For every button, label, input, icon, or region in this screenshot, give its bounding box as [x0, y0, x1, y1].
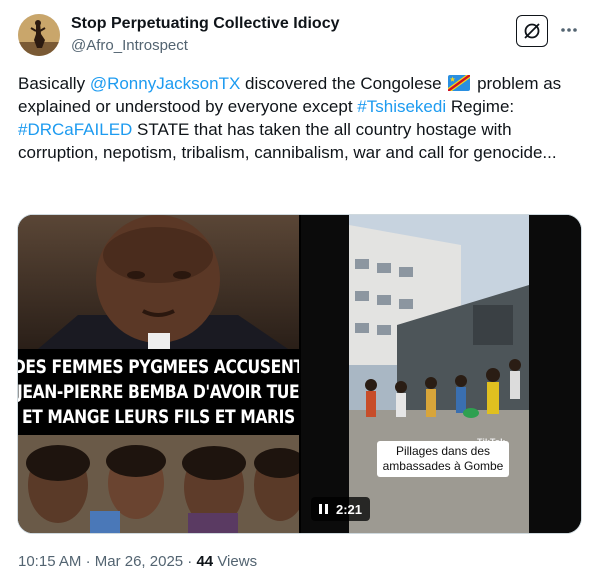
author-handle[interactable]: @Afro_Introspect: [71, 36, 188, 56]
mention-link[interactable]: @RonnyJacksonTX: [90, 74, 241, 93]
hashtag-link[interactable]: #DRCaFAILED: [18, 120, 132, 139]
video-duration: 2:21: [336, 501, 363, 517]
tweet-meta: 10:15 AM · Mar 26, 2025 · 44 Views: [18, 552, 257, 572]
more-icon: [561, 28, 577, 32]
media-grid: DES FEMMES PYGMEES ACCUSENT JEAN-PIERRE …: [17, 214, 582, 534]
tweet-text: Basically @RonnyJacksonTX discovered the…: [18, 72, 580, 164]
headline-line: ET MANGE LEURS FILS ET MARIS: [22, 405, 295, 428]
media-video-right[interactable]: TikTok Pillages dans des ambassades à Go…: [301, 215, 581, 533]
pause-icon: [319, 504, 328, 514]
views-label: Views: [217, 553, 258, 570]
tweet-time[interactable]: 10:15 AM: [18, 553, 81, 570]
meta-separator: ·: [85, 553, 95, 570]
hashtag-link[interactable]: #Tshisekedi: [357, 97, 446, 116]
video-duration-badge[interactable]: 2:21: [311, 497, 371, 521]
tweet-text-part: Regime:: [446, 97, 515, 116]
tweet-text-part: discovered the Congolese: [240, 74, 447, 93]
grok-button[interactable]: [516, 15, 548, 47]
headline-overlay: DES FEMMES PYGMEES ACCUSENT JEAN-PIERRE …: [18, 349, 299, 435]
views-count: 44: [196, 553, 214, 570]
author-avatar[interactable]: [18, 14, 60, 56]
grok-icon: [524, 23, 540, 39]
drc-flag-emoji: [448, 75, 471, 91]
tweet-date[interactable]: Mar 26, 2025: [95, 553, 183, 570]
media-image-left[interactable]: DES FEMMES PYGMEES ACCUSENT JEAN-PIERRE …: [18, 215, 299, 533]
more-button[interactable]: [558, 20, 580, 40]
video-caption: Pillages dans des ambassades à Gombe: [377, 441, 509, 477]
headline-line: JEAN-PIERRE BEMBA D'AVOIR TUE: [18, 380, 299, 403]
street-video-thumbnail: [301, 215, 581, 533]
tweet-card: Stop Perpetuating Collective Idiocy @Afr…: [0, 0, 598, 578]
author-name[interactable]: Stop Perpetuating Collective Idiocy: [71, 14, 340, 34]
tweet-text-part: Basically: [18, 74, 90, 93]
headline-line: DES FEMMES PYGMEES ACCUSENT: [18, 355, 299, 378]
